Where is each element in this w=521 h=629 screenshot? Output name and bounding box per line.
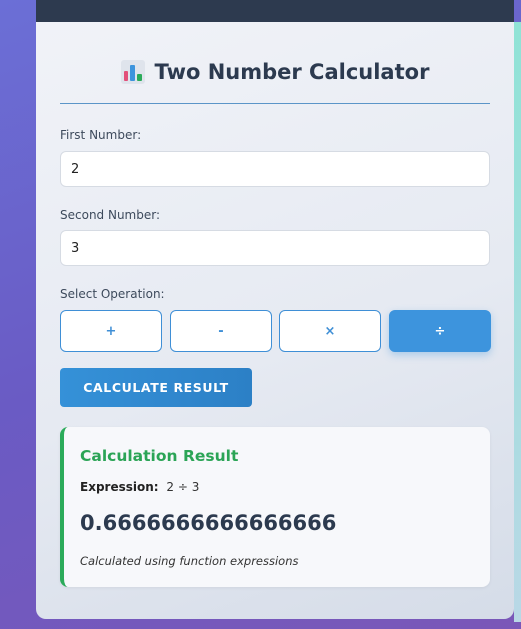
first-number-input[interactable] [60,151,490,187]
calculator-card: Two Number Calculator First Number: Seco… [36,0,514,619]
expression-label: Expression: [80,480,159,494]
operation-label: Select Operation: [60,287,165,301]
page-title: Two Number Calculator [36,60,514,84]
top-bar [36,0,514,22]
first-number-label: First Number: [60,128,142,142]
result-note: Calculated using function expressions [80,554,299,568]
expression-value: 2 ÷ 3 [166,480,200,494]
background-strip [514,22,521,622]
title-text: Two Number Calculator [154,60,430,84]
title-divider [60,103,490,104]
result-value: 0.6666666666666666 [80,511,337,535]
result-title: Calculation Result [80,447,239,465]
operation-buttons: + - × ÷ [60,310,491,352]
second-number-input[interactable] [60,230,490,266]
result-panel: Calculation Result Expression: 2 ÷ 3 0.6… [60,427,490,587]
expression-line: Expression: 2 ÷ 3 [80,480,199,494]
bar-chart-icon [120,60,145,84]
multiply-button[interactable]: × [279,310,381,352]
second-number-label: Second Number: [60,208,161,222]
subtract-button[interactable]: - [170,310,272,352]
calculate-result-button[interactable]: CALCULATE RESULT [60,368,252,407]
divide-button[interactable]: ÷ [389,310,491,352]
add-button[interactable]: + [60,310,162,352]
